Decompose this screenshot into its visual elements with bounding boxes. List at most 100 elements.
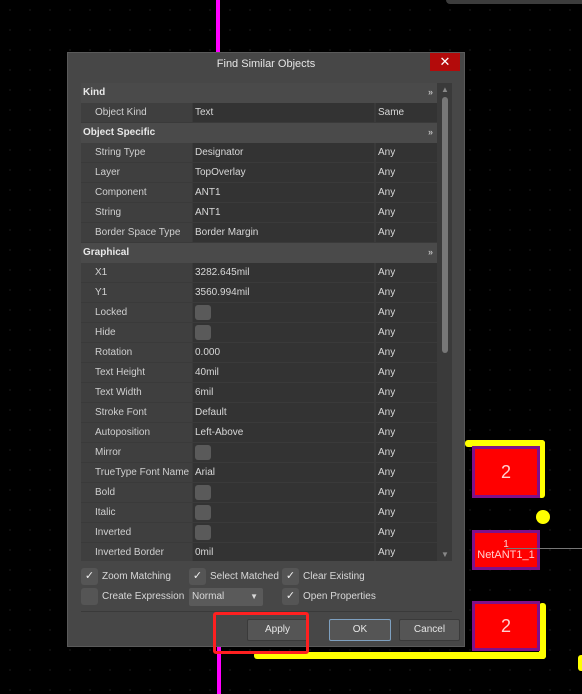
cancel-button[interactable]: Cancel <box>399 619 460 641</box>
property-value[interactable]: Border Margin <box>193 223 374 242</box>
match-mode[interactable]: Any <box>376 523 437 542</box>
property-row: Inverted Border Width0milAny <box>81 543 437 561</box>
property-checkbox[interactable] <box>195 485 211 500</box>
property-value[interactable] <box>193 303 374 322</box>
match-mode[interactable]: Any <box>376 463 437 482</box>
property-value[interactable]: 3560.994mil <box>193 283 374 302</box>
property-label: Border Space Type <box>81 223 192 242</box>
match-mode[interactable]: Any <box>376 483 437 502</box>
collapse-icon[interactable]: » <box>428 123 433 142</box>
property-checkbox[interactable] <box>195 505 211 520</box>
pad-2-bottom[interactable]: 2 <box>472 601 540 651</box>
property-value[interactable]: ANT1 <box>193 183 374 202</box>
dialog-title: Find Similar Objects <box>216 58 316 70</box>
create-expression-label: Create Expression <box>102 591 185 603</box>
ok-button[interactable]: OK <box>329 619 391 641</box>
property-row: X1 3282.645mil Any <box>81 263 437 283</box>
property-value[interactable]: TopOverlay <box>193 163 374 182</box>
property-value[interactable]: 0.000 <box>193 343 374 362</box>
zoom-matching-checkbox[interactable]: ✓ <box>81 568 98 585</box>
property-value[interactable]: 3282.645mil <box>193 263 374 282</box>
property-value[interactable]: Left-Above <box>193 423 374 442</box>
property-checkbox[interactable] <box>195 525 211 540</box>
property-value[interactable]: Designator <box>193 143 374 162</box>
highlight-box <box>213 612 309 654</box>
property-label: Text Height <box>81 363 192 382</box>
match-mode[interactable]: Any <box>376 503 437 522</box>
clear-existing-checkbox[interactable]: ✓ <box>282 568 299 585</box>
match-mode[interactable]: Any <box>376 303 437 322</box>
property-value[interactable]: Default <box>193 403 374 422</box>
clear-existing-option[interactable]: ✓ Clear Existing <box>282 568 365 586</box>
property-value[interactable]: Text <box>193 103 374 122</box>
match-mode[interactable]: Any <box>376 223 437 242</box>
scrollbar[interactable]: ▲ ▼ <box>439 83 451 561</box>
property-value[interactable]: 40mil <box>193 363 374 382</box>
property-row: Stroke Font Default Any <box>81 403 437 423</box>
property-value[interactable] <box>193 503 374 522</box>
scroll-down-icon[interactable]: ▼ <box>441 550 449 559</box>
property-label: TrueType Font Name <box>81 463 192 482</box>
property-label: String <box>81 203 192 222</box>
zoom-matching-option[interactable]: ✓ Zoom Matching <box>81 568 171 586</box>
close-button[interactable]: ✕ <box>430 53 460 71</box>
property-checkbox[interactable] <box>195 305 211 320</box>
match-mode[interactable]: Any <box>376 143 437 162</box>
mode-select[interactable]: Normal ▼ <box>189 588 263 606</box>
section-header[interactable]: Object Specific » <box>81 123 437 143</box>
property-value[interactable]: Arial <box>193 463 374 482</box>
match-mode[interactable]: Any <box>376 323 437 342</box>
chevron-down-icon: ▼ <box>250 592 258 601</box>
pad-1[interactable]: 1 NetANT1_1 <box>472 530 540 570</box>
section-title: Kind <box>83 87 106 98</box>
open-properties-option[interactable]: ✓ Open Properties <box>282 588 376 606</box>
property-label: Stroke Font <box>81 403 192 422</box>
yellow-track <box>539 603 546 659</box>
section-header[interactable]: Kind » <box>81 83 437 103</box>
scroll-up-icon[interactable]: ▲ <box>441 85 449 94</box>
collapse-icon[interactable]: » <box>428 83 433 102</box>
scroll-thumb[interactable] <box>442 97 448 353</box>
property-checkbox[interactable] <box>195 445 211 460</box>
match-mode[interactable]: Any <box>376 283 437 302</box>
select-matched-label: Select Matched <box>210 571 279 583</box>
property-row: TrueType Font Name Arial Any <box>81 463 437 483</box>
pad-2-top[interactable]: 2 <box>472 446 540 498</box>
property-row: Y1 3560.994mil Any <box>81 283 437 303</box>
match-mode[interactable]: Any <box>376 163 437 182</box>
property-value[interactable] <box>193 523 374 542</box>
property-value[interactable]: 6mil <box>193 383 374 402</box>
match-mode[interactable]: Any <box>376 363 437 382</box>
match-mode[interactable]: Any <box>376 543 437 561</box>
property-value[interactable]: 0mil <box>193 543 374 561</box>
property-label: Locked <box>81 303 192 322</box>
match-mode[interactable]: Any <box>376 343 437 362</box>
open-properties-checkbox[interactable]: ✓ <box>282 588 299 605</box>
pad-net: NetANT1_1 <box>477 549 535 561</box>
section-header[interactable]: Graphical » <box>81 243 437 263</box>
match-mode[interactable]: Any <box>376 443 437 462</box>
select-matched-option[interactable]: ✓ Select Matched <box>189 568 279 586</box>
match-mode[interactable]: Any <box>376 263 437 282</box>
create-expression-checkbox[interactable] <box>81 588 98 605</box>
match-mode[interactable]: Same <box>376 103 437 122</box>
property-label: Object Kind <box>81 103 192 122</box>
match-mode[interactable]: Any <box>376 403 437 422</box>
property-row: Object Kind Text Same <box>81 103 437 123</box>
property-value[interactable] <box>193 483 374 502</box>
create-expression-option[interactable]: Create Expression <box>81 588 184 606</box>
collapse-icon[interactable]: » <box>428 243 433 262</box>
match-mode[interactable]: Any <box>376 383 437 402</box>
property-label: Component <box>81 183 192 202</box>
match-mode[interactable]: Any <box>376 183 437 202</box>
property-row: Component ANT1 Any <box>81 183 437 203</box>
select-matched-checkbox[interactable]: ✓ <box>189 568 206 585</box>
property-value[interactable]: ANT1 <box>193 203 374 222</box>
match-mode[interactable]: Any <box>376 203 437 222</box>
match-mode[interactable]: Any <box>376 423 437 442</box>
property-label: Autoposition <box>81 423 192 442</box>
property-value[interactable] <box>193 323 374 342</box>
property-value[interactable] <box>193 443 374 462</box>
property-label: Mirror <box>81 443 192 462</box>
property-checkbox[interactable] <box>195 325 211 340</box>
